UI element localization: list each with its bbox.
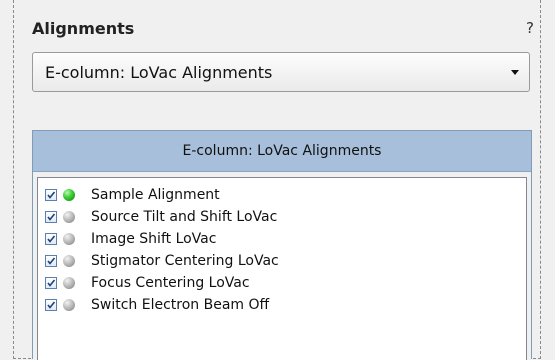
alignment-label: Stigmator Centering LoVac (91, 253, 279, 269)
alignment-label: Switch Electron Beam Off (91, 297, 270, 313)
check-icon (47, 213, 56, 221)
dropdown-selected-value: E-column: LoVac Alignments (45, 63, 273, 82)
alignments-panel: Alignments ? E-column: LoVac Alignments … (13, 0, 541, 360)
alignment-list: Sample Alignment Source Tilt and Shift L… (37, 177, 527, 360)
list-item[interactable]: Stigmator Centering LoVac (45, 250, 279, 272)
alignment-checkbox[interactable] (45, 277, 57, 289)
check-icon (47, 235, 56, 243)
check-icon (47, 191, 56, 199)
list-item[interactable]: Sample Alignment (45, 184, 220, 206)
chevron-down-icon[interactable] (511, 70, 519, 75)
status-gray-icon (63, 233, 75, 245)
list-item[interactable]: Image Shift LoVac (45, 228, 216, 250)
panel-title: Alignments (32, 19, 135, 38)
alignment-checkbox[interactable] (45, 189, 57, 201)
alignment-label: Source Tilt and Shift LoVac (91, 209, 278, 225)
alignment-label: Image Shift LoVac (91, 231, 217, 247)
alignment-checkbox[interactable] (45, 233, 57, 245)
list-item[interactable]: Source Tilt and Shift LoVac (45, 206, 277, 228)
status-gray-icon (63, 255, 75, 267)
alignment-label: Sample Alignment (91, 187, 220, 203)
status-green-icon (63, 189, 75, 201)
alignment-group: E-column: LoVac Alignments Sample Alignm… (32, 130, 532, 360)
group-header: E-column: LoVac Alignments (33, 131, 531, 172)
alignment-checkbox[interactable] (45, 255, 57, 267)
check-icon (47, 257, 56, 265)
alignment-checkbox[interactable] (45, 299, 57, 311)
status-gray-icon (63, 211, 75, 223)
alignment-checkbox[interactable] (45, 211, 57, 223)
help-button[interactable]: ? (526, 19, 534, 37)
list-item[interactable]: Switch Electron Beam Off (45, 294, 269, 316)
alignment-label: Focus Centering LoVac (91, 275, 250, 291)
alignment-procedure-dropdown[interactable]: E-column: LoVac Alignments (32, 52, 530, 92)
status-gray-icon (63, 277, 75, 289)
check-icon (47, 301, 56, 309)
status-gray-icon (63, 299, 75, 311)
list-item[interactable]: Focus Centering LoVac (45, 272, 250, 294)
check-icon (47, 279, 56, 287)
